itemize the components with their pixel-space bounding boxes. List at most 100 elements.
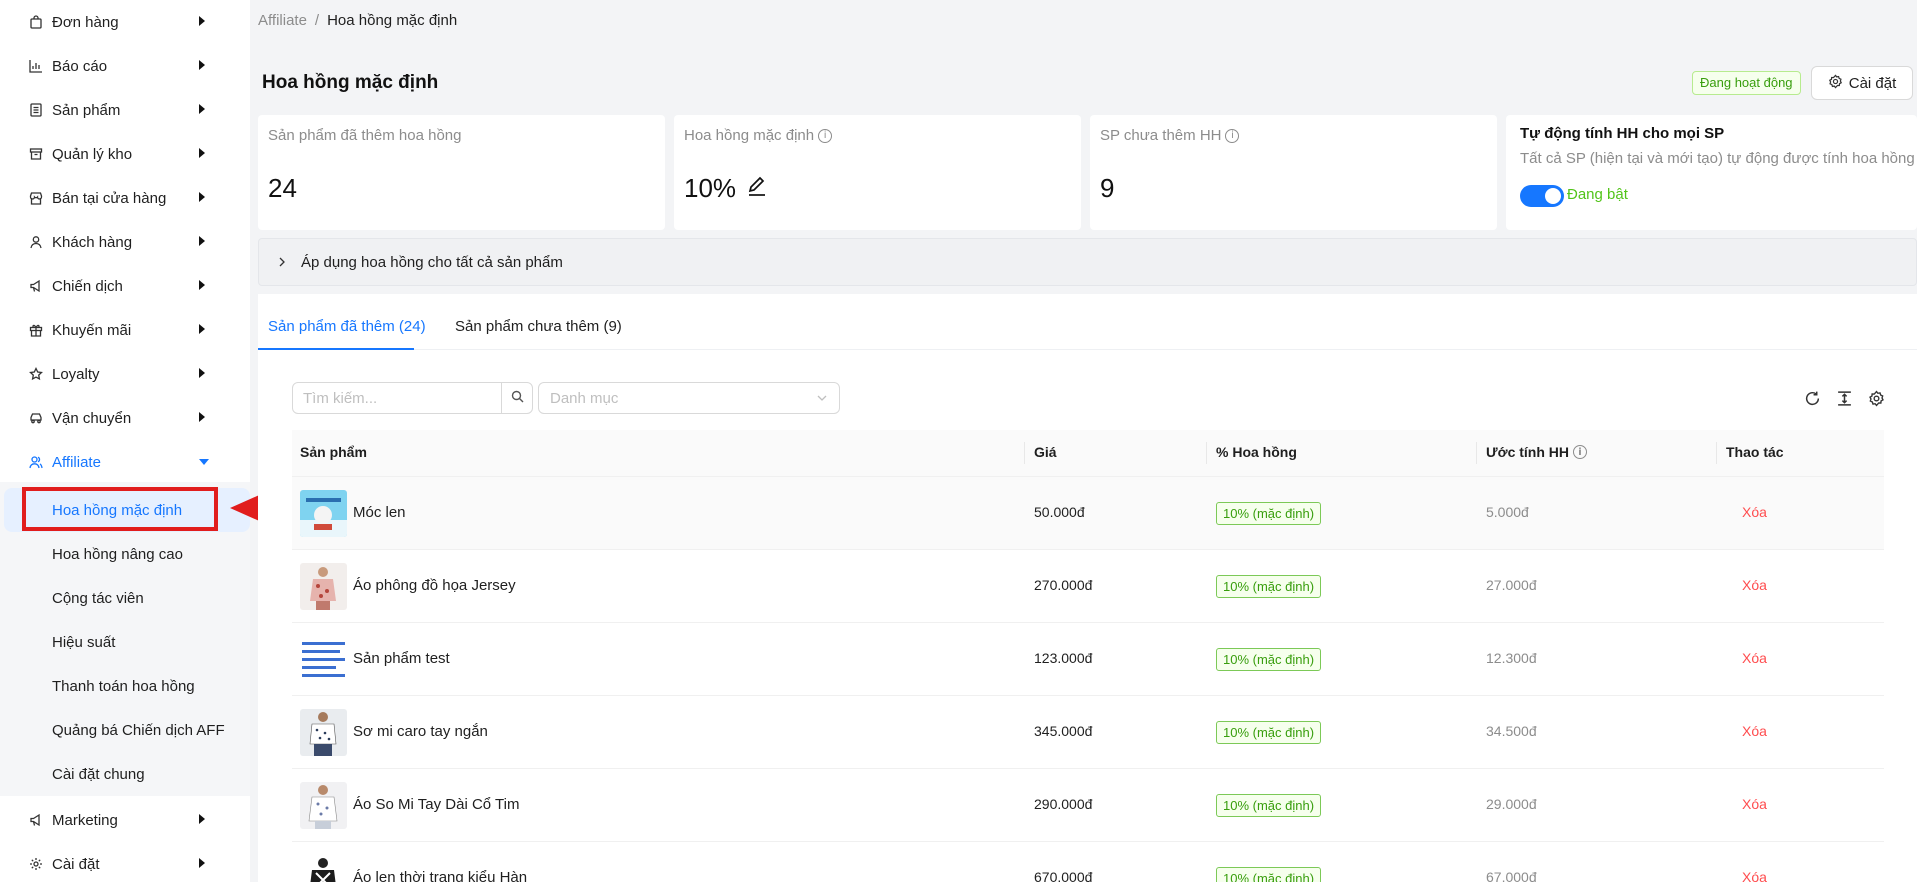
product-name[interactable]: Sản phẩm test [353,650,450,667]
submenu-item-advanced-commission[interactable]: Hoa hồng nâng cao [0,532,250,576]
sidebar-item-customers[interactable]: Khách hàng [0,220,250,264]
info-icon[interactable]: i [818,128,833,143]
delete-link[interactable]: Xóa [1742,796,1767,812]
apply-all-label: Áp dụng hoa hồng cho tất cả sản phẩm [301,253,563,271]
sidebar-item-pos[interactable]: Bán tại cửa hàng [0,176,250,220]
stat-value-text: 10% [684,173,737,203]
category-placeholder: Danh mục [550,389,619,407]
product-thumbnail [300,782,347,829]
product-name[interactable]: Áo len thời trang kiểu Hàn [353,869,527,882]
stat-label-text: SP chưa thêm HH [1100,127,1222,144]
stat-label: Hoa hồng mặc định i [684,127,833,144]
estimated-commission: 5.000đ [1486,504,1529,520]
sidebar-item-settings[interactable]: Cài đặt [0,842,250,882]
product-name[interactable]: Áo phông đồ họa Jersey [353,577,516,594]
sidebar-item-label: Marketing [52,811,118,829]
sidebar-item-reports[interactable]: Báo cáo [0,44,250,88]
delete-link[interactable]: Xóa [1742,723,1767,739]
commission-tag: 10% (mặc định) [1216,648,1322,671]
users-icon [28,454,44,470]
apply-all-collapse[interactable]: Áp dụng hoa hồng cho tất cả sản phẩm [258,238,1917,286]
chevron-down-icon [816,391,828,408]
product-thumbnail [300,563,347,610]
estimated-commission: 34.500đ [1486,723,1537,739]
sidebar-item-label: Khách hàng [52,233,133,251]
submenu-item-collaborators[interactable]: Cộng tác viên [0,576,250,620]
sidebar-item-promotions[interactable]: Khuyến mãi [0,308,250,352]
tab-active-indicator [258,348,414,350]
breadcrumb-parent[interactable]: Affiliate [258,12,307,29]
sidebar-item-loyalty[interactable]: Loyalty [0,352,250,396]
breadcrumb: Affiliate / Hoa hồng mặc định [258,12,457,29]
product-thumbnail [300,490,347,537]
stat-value: 9 [1100,173,1114,204]
estimated-commission: 27.000đ [1486,577,1537,593]
caret-right-icon [199,104,205,114]
refresh-icon[interactable] [1802,388,1822,408]
stat-value: 24 [268,173,297,204]
submenu-item-general-settings[interactable]: Cài đặt chung [0,752,250,796]
auto-title: Tự động tính HH cho mọi SP [1520,125,1725,142]
column-header-text: Ước tính HH [1486,444,1570,460]
table-row[interactable]: Áo phông đồ họa Jersey 270.000đ 10% (mặc… [292,550,1884,623]
sidebar-item-label: Vận chuyển [52,409,132,427]
delete-link[interactable]: Xóa [1742,577,1767,593]
settings-button[interactable]: Cài đặt [1811,66,1913,100]
column-header-commission: % Hoa hồng [1216,444,1297,460]
caret-right-icon [199,324,205,334]
tab-divider [258,349,1917,350]
commission-tag: 10% (mặc định) [1216,867,1322,882]
column-header-product: Sản phẩm [300,444,367,460]
submenu-item-aff-campaign[interactable]: Quảng bá Chiến dịch AFF [0,708,250,752]
submenu-item-label: Hiệu suất [52,633,116,651]
sidebar-item-shipping[interactable]: Vận chuyển [0,396,250,440]
product-thumbnail [300,709,347,756]
submenu-item-label: Hoa hồng nâng cao [52,545,183,563]
search-input[interactable] [292,382,502,414]
tab-not-added-products[interactable]: Sản phẩm chưa thêm (9) [455,318,622,335]
product-name[interactable]: Sơ mi caro tay ngắn [353,723,488,740]
edit-icon[interactable] [746,173,768,204]
delete-link[interactable]: Xóa [1742,869,1767,882]
table-row[interactable]: Áo So Mi Tay Dài Cổ Tim 290.000đ 10% (mặ… [292,769,1884,842]
column-divider [1206,442,1207,464]
product-price: 50.000đ [1034,504,1085,520]
column-header-estimate: Ước tính HH i [1486,444,1588,460]
sidebar-item-campaigns[interactable]: Chiến dịch [0,264,250,308]
breadcrumb-current: Hoa hồng mặc định [327,12,458,29]
star-icon [28,366,44,382]
store-icon [28,190,44,206]
delete-link[interactable]: Xóa [1742,504,1767,520]
commission-tag: 10% (mặc định) [1216,575,1322,598]
info-icon[interactable]: i [1225,128,1240,143]
category-select[interactable]: Danh mục [538,382,840,414]
caret-right-icon [199,368,205,378]
sidebar-item-orders[interactable]: Đơn hàng [0,0,250,44]
caret-right-icon [199,280,205,290]
table-row[interactable]: Móc len 50.000đ 10% (mặc định) 5.000đ Xó… [292,477,1884,550]
auto-commission-toggle[interactable] [1520,185,1564,207]
sidebar-item-affiliate[interactable]: Affiliate [0,440,250,484]
sidebar-item-products[interactable]: Sản phẩm [0,88,250,132]
sidebar-item-inventory[interactable]: Quản lý kho [0,132,250,176]
column-header-text: Sản phẩm [300,444,367,460]
stat-value: 10% [684,173,768,204]
sidebar-item-marketing[interactable]: Marketing [0,798,250,842]
submenu-item-performance[interactable]: Hiệu suất [0,620,250,664]
delete-link[interactable]: Xóa [1742,650,1767,666]
product-price: 123.000đ [1034,650,1093,666]
column-height-icon[interactable] [1834,388,1854,408]
submenu-item-label: Quảng bá Chiến dịch AFF [52,721,225,739]
product-name[interactable]: Áo So Mi Tay Dài Cổ Tim [353,796,519,813]
sidebar-item-label: Affiliate [52,453,101,471]
product-name[interactable]: Móc len [353,504,406,521]
gear-icon [28,856,44,872]
table-row[interactable]: Áo len thời trang kiểu Hàn 670.000đ 10% … [292,842,1884,882]
table-row[interactable]: Sản phẩm test 123.000đ 10% (mặc định) 12… [292,623,1884,696]
tab-added-products[interactable]: Sản phẩm đã thêm (24) [268,318,426,335]
info-icon[interactable]: i [1573,445,1588,459]
gear-icon[interactable] [1866,388,1886,408]
submenu-item-commission-payment[interactable]: Thanh toán hoa hồng [0,664,250,708]
search-button[interactable] [501,382,533,414]
table-row[interactable]: Sơ mi caro tay ngắn 345.000đ 10% (mặc đị… [292,696,1884,769]
